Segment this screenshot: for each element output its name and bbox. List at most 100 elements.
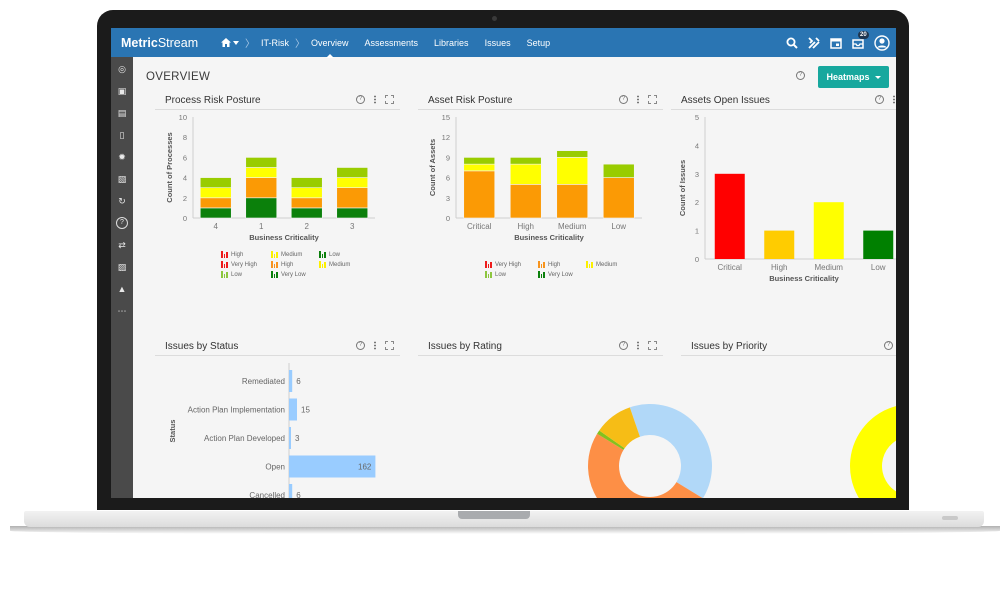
tools-button[interactable] xyxy=(808,36,820,49)
bar-segment-medium[interactable] xyxy=(336,177,369,188)
refresh-cycle-icon[interactable]: ↻ xyxy=(116,195,128,207)
legend-item[interactable]: Low xyxy=(485,271,538,278)
bar[interactable] xyxy=(813,202,844,259)
report-edit-icon[interactable]: ▣ xyxy=(116,85,128,97)
bar-segment-medium[interactable] xyxy=(199,187,232,199)
panel-process-risk-posture: Process Risk Posture? 0 2 4 6 8 10 4 1 2 3 Business… xyxy=(155,95,400,325)
bar-segment-low[interactable] xyxy=(199,177,232,188)
legend-item[interactable]: High xyxy=(271,261,319,268)
dashboard-icon[interactable]: ◎ xyxy=(116,63,128,75)
nav-issues[interactable]: Issues xyxy=(485,38,511,48)
y-tick-label: 10 xyxy=(179,113,187,122)
bar-segment-high[interactable] xyxy=(336,187,369,209)
home-menu[interactable] xyxy=(221,38,239,47)
legend-label: Low xyxy=(231,271,243,278)
panel-issues-by-status: Issues by Status? Remediated 6 Action Plan … xyxy=(155,341,400,498)
legend-item[interactable]: Very Low xyxy=(271,271,319,278)
bar[interactable] xyxy=(289,370,293,392)
bar[interactable] xyxy=(289,398,297,421)
header-tools: 20 xyxy=(786,28,890,57)
nav-assessments[interactable]: Assessments xyxy=(365,38,419,48)
bar-segment-low[interactable] xyxy=(602,163,635,178)
heatmaps-dropdown-button[interactable]: Heatmaps xyxy=(818,66,889,88)
donut-chart xyxy=(588,404,712,498)
legend-label: High xyxy=(548,261,561,268)
bar-segment-very-low[interactable] xyxy=(290,207,323,219)
y-tick-label: 1 xyxy=(695,227,699,236)
bar-segment-high[interactable] xyxy=(290,197,323,209)
settings-icon[interactable]: ✹ xyxy=(116,151,128,163)
x-tick-label: Low xyxy=(871,263,886,272)
bar-segment-medium[interactable] xyxy=(509,163,542,185)
help-circle-icon[interactable]: ? xyxy=(116,217,128,229)
category-label: Cancelled xyxy=(249,491,285,498)
donut-slice-priority-c[interactable] xyxy=(849,406,896,498)
search-button[interactable] xyxy=(786,37,798,49)
nav-overview[interactable]: Overview xyxy=(311,38,349,58)
brand-logo[interactable]: MetricStream xyxy=(121,36,198,50)
legend-item[interactable]: Very High xyxy=(221,261,271,268)
bar-segment-low[interactable] xyxy=(463,157,496,165)
x-tick-label: Critical xyxy=(718,263,743,272)
x-tick-label: 4 xyxy=(214,222,219,231)
bar-segment-very-low[interactable] xyxy=(199,207,232,219)
bar-segment-medium[interactable] xyxy=(556,157,589,185)
legend-label: Medium xyxy=(329,261,351,268)
bar-segment-medium[interactable] xyxy=(463,163,496,172)
bar[interactable] xyxy=(764,230,795,259)
document-icon[interactable]: ▤ xyxy=(116,107,128,119)
bar[interactable] xyxy=(289,427,291,449)
legend-item[interactable]: Low xyxy=(221,271,271,278)
file-icon[interactable]: ▯ xyxy=(116,129,128,141)
y-tick-label: 6 xyxy=(446,174,450,183)
legend-item[interactable]: Very Low xyxy=(538,271,586,278)
calendar-button[interactable] xyxy=(830,37,842,49)
bar-segment-high[interactable] xyxy=(509,184,542,219)
inbox-button[interactable]: 20 xyxy=(852,30,869,49)
data-label: 6 xyxy=(296,377,301,386)
user-menu-button[interactable] xyxy=(874,34,890,51)
bar-segment-medium[interactable] xyxy=(290,187,323,199)
bar-segment-low[interactable] xyxy=(509,157,542,165)
bar-segment-low[interactable] xyxy=(556,150,589,158)
legend-item[interactable]: Medium xyxy=(319,261,359,268)
legend-item[interactable]: Very High xyxy=(485,261,538,268)
nav-libraries[interactable]: Libraries xyxy=(434,38,469,48)
help-icon[interactable]: ? xyxy=(796,71,805,80)
bar-segment-very-low[interactable] xyxy=(245,197,278,219)
y-tick-label: 4 xyxy=(183,174,187,183)
bar[interactable] xyxy=(289,484,293,498)
bar-chart: 0 3 6 9 12 15 Critical High Medium Low Business Cr… xyxy=(428,113,642,242)
breadcrumb-it-risk[interactable]: IT-Risk xyxy=(261,38,289,48)
bar-chart: 0 2 4 6 8 10 4 1 2 3 Business Criticality Count of … xyxy=(165,113,375,242)
bar-segment-low[interactable] xyxy=(245,157,278,168)
transfer-icon[interactable]: ⇄ xyxy=(116,239,128,251)
bar-segment-high[interactable] xyxy=(602,177,635,219)
bar-segment-low[interactable] xyxy=(336,167,369,178)
warning-icon[interactable]: ▲ xyxy=(116,283,128,295)
chart-doc-icon[interactable]: ▨ xyxy=(116,261,128,273)
legend-item[interactable]: Medium xyxy=(271,251,319,258)
x-tick-label: 2 xyxy=(305,222,310,231)
legend-label: Medium xyxy=(281,251,303,258)
legend-item[interactable]: High xyxy=(221,251,271,258)
bar-segment-high[interactable] xyxy=(199,197,232,209)
bar-segment-high[interactable] xyxy=(463,170,496,219)
bar-segment-low[interactable] xyxy=(290,177,323,188)
data-label: 162 xyxy=(358,463,372,472)
bar[interactable] xyxy=(714,173,745,259)
bar-segment-high[interactable] xyxy=(245,177,278,199)
bar-segment-high[interactable] xyxy=(556,184,589,219)
chart-legend: High Medium Low Very High High Medium Low Very … xyxy=(221,251,359,278)
bar-segment-very-low[interactable] xyxy=(336,207,369,219)
bar[interactable] xyxy=(863,230,894,259)
legend-item[interactable]: Low xyxy=(319,251,359,258)
data-label: 15 xyxy=(301,406,310,415)
nav-setup[interactable]: Setup xyxy=(527,38,551,48)
y-tick-label: 3 xyxy=(446,194,450,203)
assets-icon[interactable]: ▧ xyxy=(116,173,128,185)
bar-segment-medium[interactable] xyxy=(245,167,278,178)
more-icon[interactable]: ⋯ xyxy=(116,305,128,317)
legend-item[interactable]: Medium xyxy=(586,261,631,268)
legend-item[interactable]: High xyxy=(538,261,586,268)
